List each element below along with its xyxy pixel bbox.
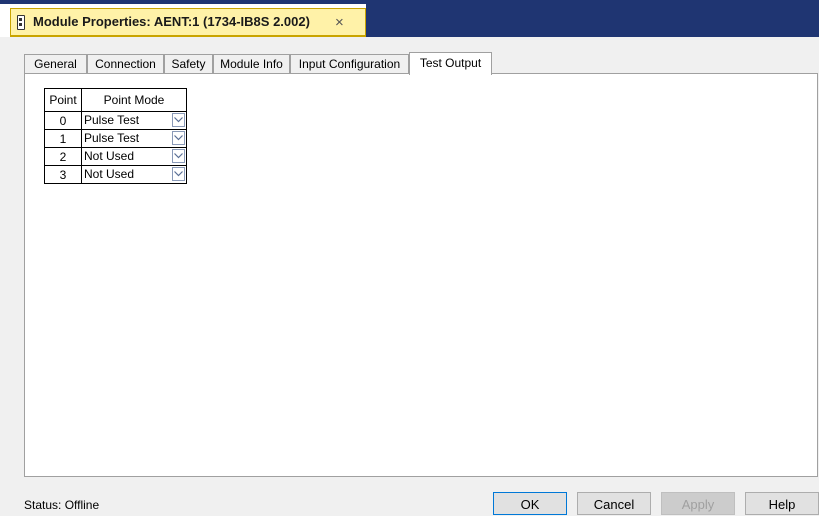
chevron-down-icon[interactable] [172, 149, 185, 163]
chevron-down-icon[interactable] [172, 167, 185, 181]
point-number: 3 [44, 165, 82, 184]
point-mode-select[interactable]: Not Used [81, 165, 187, 184]
property-sheet: General Connection Safety Module Info In… [24, 52, 818, 477]
document-tab[interactable]: Module Properties: AENT:1 (1734-IB8S 2.0… [10, 8, 366, 37]
point-mode-select[interactable]: Pulse Test [81, 111, 187, 130]
window-title: Module Properties: AENT:1 (1734-IB8S 2.0… [33, 14, 310, 29]
apply-button: Apply [661, 492, 735, 515]
point-mode-select[interactable]: Pulse Test [81, 129, 187, 148]
point-number: 2 [44, 147, 82, 166]
point-number: 1 [44, 129, 82, 148]
title-bar: Module Properties: AENT:1 (1734-IB8S 2.0… [0, 0, 819, 37]
tab-module-info[interactable]: Module Info [213, 54, 290, 74]
chevron-down-icon[interactable] [172, 131, 185, 145]
table-row: 3 Not Used [44, 165, 187, 184]
cancel-button[interactable]: Cancel [577, 492, 651, 515]
point-mode-value: Not Used [84, 167, 135, 181]
chevron-down-icon[interactable] [172, 113, 185, 127]
module-icon [17, 15, 25, 30]
point-mode-value: Pulse Test [84, 131, 140, 145]
tab-general[interactable]: General [24, 54, 87, 74]
title-bar-fill [366, 4, 819, 37]
ok-button[interactable]: OK [493, 492, 567, 515]
help-button[interactable]: Help [745, 492, 819, 515]
test-output-grid: Point Point Mode 0 Pulse Test 1 Pulse Te… [44, 88, 187, 184]
point-number: 0 [44, 111, 82, 130]
status-text: Status: Offline [24, 498, 100, 512]
column-header-point: Point [44, 88, 82, 112]
column-header-point-mode: Point Mode [81, 88, 187, 112]
point-mode-value: Not Used [84, 149, 135, 163]
table-row: 1 Pulse Test [44, 129, 187, 148]
tab-test-output[interactable]: Test Output [409, 52, 492, 75]
table-row: 2 Not Used [44, 147, 187, 166]
point-mode-select[interactable]: Not Used [81, 147, 187, 166]
document-tab-underline [10, 35, 366, 37]
close-icon[interactable]: × [335, 14, 344, 31]
point-mode-value: Pulse Test [84, 113, 140, 127]
tab-input-configuration[interactable]: Input Configuration [290, 54, 409, 74]
table-row: 0 Pulse Test [44, 111, 187, 130]
tab-panel-test-output: Point Point Mode 0 Pulse Test 1 Pulse Te… [24, 73, 818, 477]
tab-connection[interactable]: Connection [87, 54, 164, 74]
grid-header-row: Point Point Mode [44, 88, 187, 112]
tab-safety[interactable]: Safety [164, 54, 213, 74]
